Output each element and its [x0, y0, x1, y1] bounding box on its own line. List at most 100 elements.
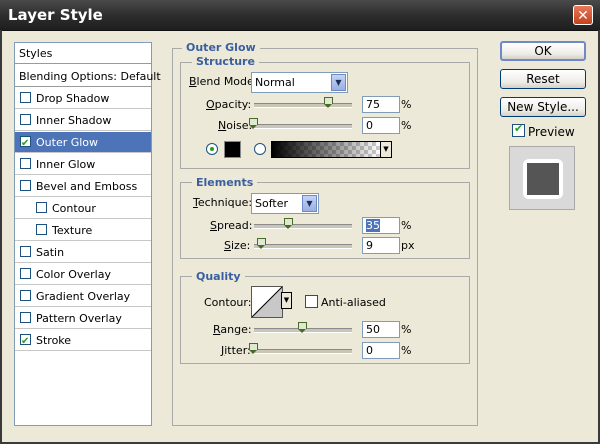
style-checkbox[interactable]	[20, 246, 31, 257]
opacity-slider-track[interactable]	[254, 103, 352, 108]
style-checkbox[interactable]	[20, 312, 31, 323]
noise-slider-thumb[interactable]	[249, 118, 258, 129]
opacity-slider-thumb[interactable]	[324, 97, 333, 108]
size-slider-track[interactable]	[254, 244, 352, 249]
blend-mode-label: Blend Mode:	[189, 75, 258, 88]
layer-style-dialog: Layer Style ✕ Styles Blending Options: D…	[0, 0, 600, 444]
style-checkbox[interactable]	[36, 202, 47, 213]
new-style-button[interactable]: New Style...	[500, 97, 586, 117]
preview-square	[527, 163, 559, 195]
style-checkbox[interactable]	[36, 224, 47, 235]
style-item-texture[interactable]: Texture	[15, 220, 151, 241]
blending-options-label: Blending Options: Default	[19, 70, 161, 83]
style-item-label: Color Overlay	[36, 268, 111, 281]
structure-title: Structure	[192, 55, 259, 68]
styles-header-label: Styles	[19, 47, 53, 60]
window-title: Layer Style	[8, 6, 103, 24]
range-input[interactable]: 50	[362, 321, 400, 338]
blend-mode-select[interactable]: Normal ▼	[251, 72, 348, 93]
style-item-gradient-overlay[interactable]: Gradient Overlay	[15, 286, 151, 307]
contour-linear-icon	[251, 286, 283, 318]
range-slider-thumb[interactable]	[298, 322, 307, 333]
spread-input[interactable]: 35	[362, 217, 400, 234]
style-item-inner-shadow[interactable]: Inner Shadow	[15, 110, 151, 131]
preview-checkbox[interactable]	[512, 122, 525, 137]
size-slider-thumb[interactable]	[257, 238, 266, 249]
style-checkbox[interactable]	[20, 133, 31, 154]
reset-button[interactable]: Reset	[500, 69, 586, 89]
noise-label: Noise:	[218, 119, 253, 132]
style-checkbox[interactable]	[20, 92, 31, 103]
style-item-label: Satin	[36, 246, 65, 259]
style-item-label: Pattern Overlay	[36, 312, 122, 325]
style-checkbox[interactable]	[20, 268, 31, 279]
jitter-input[interactable]: 0	[362, 342, 400, 359]
style-item-label: Inner Shadow	[36, 114, 112, 127]
opacity-label: Opacity:	[206, 98, 252, 111]
technique-label: Technique:	[193, 196, 253, 209]
style-checkbox[interactable]	[20, 331, 31, 352]
technique-value: Softer	[255, 197, 288, 210]
style-item-drop-shadow[interactable]: Drop Shadow	[15, 88, 151, 109]
jitter-label-text: itter:	[224, 344, 251, 357]
anti-aliased-checkbox[interactable]	[305, 295, 318, 308]
style-item-color-overlay[interactable]: Color Overlay	[15, 264, 151, 285]
title-bar[interactable]: Layer Style ✕	[0, 0, 600, 31]
style-preview	[509, 146, 575, 210]
style-item-label: Stroke	[36, 334, 72, 347]
style-checkbox[interactable]	[20, 114, 31, 125]
spread-label-text: pread:	[216, 219, 253, 232]
style-item-satin[interactable]: Satin	[15, 242, 151, 263]
blend-mode-value: Normal	[255, 76, 295, 89]
technique-select[interactable]: Softer ▼	[251, 193, 319, 214]
contour-picker[interactable]	[251, 286, 283, 318]
style-item-stroke[interactable]: Stroke	[15, 330, 151, 352]
ok-button[interactable]: OK	[500, 41, 586, 61]
style-item-outer-glow[interactable]: Outer Glow	[15, 132, 151, 154]
range-unit: %	[401, 323, 412, 336]
jitter-slider-track[interactable]	[254, 349, 352, 354]
opacity-label-text: pacity:	[214, 98, 252, 111]
solid-color-radio[interactable]	[206, 143, 218, 155]
spread-slider-track[interactable]	[254, 224, 352, 229]
noise-input[interactable]: 0	[362, 117, 400, 134]
opacity-unit: %	[401, 98, 412, 111]
styles-header[interactable]: Styles	[15, 43, 151, 64]
styles-list: Styles Blending Options: Default Drop Sh…	[14, 42, 161, 426]
jitter-unit: %	[401, 344, 412, 357]
jitter-slider-thumb[interactable]	[249, 343, 258, 354]
elements-title: Elements	[192, 176, 258, 189]
blending-options-item[interactable]: Blending Options: Default	[15, 66, 161, 87]
chevron-down-icon[interactable]: ▼	[281, 292, 292, 309]
style-item-label: Outer Glow	[36, 136, 99, 149]
size-input[interactable]: 9	[362, 237, 400, 254]
chevron-down-icon[interactable]: ▼	[331, 74, 346, 91]
style-item-contour[interactable]: Contour	[15, 198, 151, 219]
spread-slider-thumb[interactable]	[284, 218, 293, 229]
opacity-input[interactable]: 75	[362, 96, 400, 113]
noise-slider-track[interactable]	[254, 124, 352, 129]
size-label-text: ize:	[230, 239, 251, 252]
chevron-down-icon[interactable]: ▼	[302, 195, 317, 212]
style-item-bevel-and-emboss[interactable]: Bevel and Emboss	[15, 176, 151, 197]
quality-title: Quality	[192, 270, 245, 283]
jitter-label: Jitter:	[221, 344, 251, 357]
range-label-text: ange:	[220, 323, 252, 336]
glow-gradient-picker[interactable]	[271, 141, 381, 158]
style-checkbox[interactable]	[20, 158, 31, 169]
style-checkbox[interactable]	[20, 180, 31, 191]
chevron-down-icon[interactable]: ▼	[380, 141, 392, 158]
noise-unit: %	[401, 119, 412, 132]
style-item-pattern-overlay[interactable]: Pattern Overlay	[15, 308, 151, 329]
preview-label: Preview	[528, 125, 575, 139]
style-item-label: Gradient Overlay	[36, 290, 131, 303]
range-label: Range:	[213, 323, 252, 336]
close-icon[interactable]: ✕	[573, 5, 593, 25]
style-item-label: Texture	[52, 224, 93, 237]
size-label: Size:	[224, 239, 251, 252]
glow-color-swatch[interactable]	[224, 141, 241, 158]
style-item-inner-glow[interactable]: Inner Glow	[15, 154, 151, 175]
technique-label-text: echnique:	[197, 196, 253, 209]
gradient-radio[interactable]	[254, 143, 266, 155]
style-checkbox[interactable]	[20, 290, 31, 301]
